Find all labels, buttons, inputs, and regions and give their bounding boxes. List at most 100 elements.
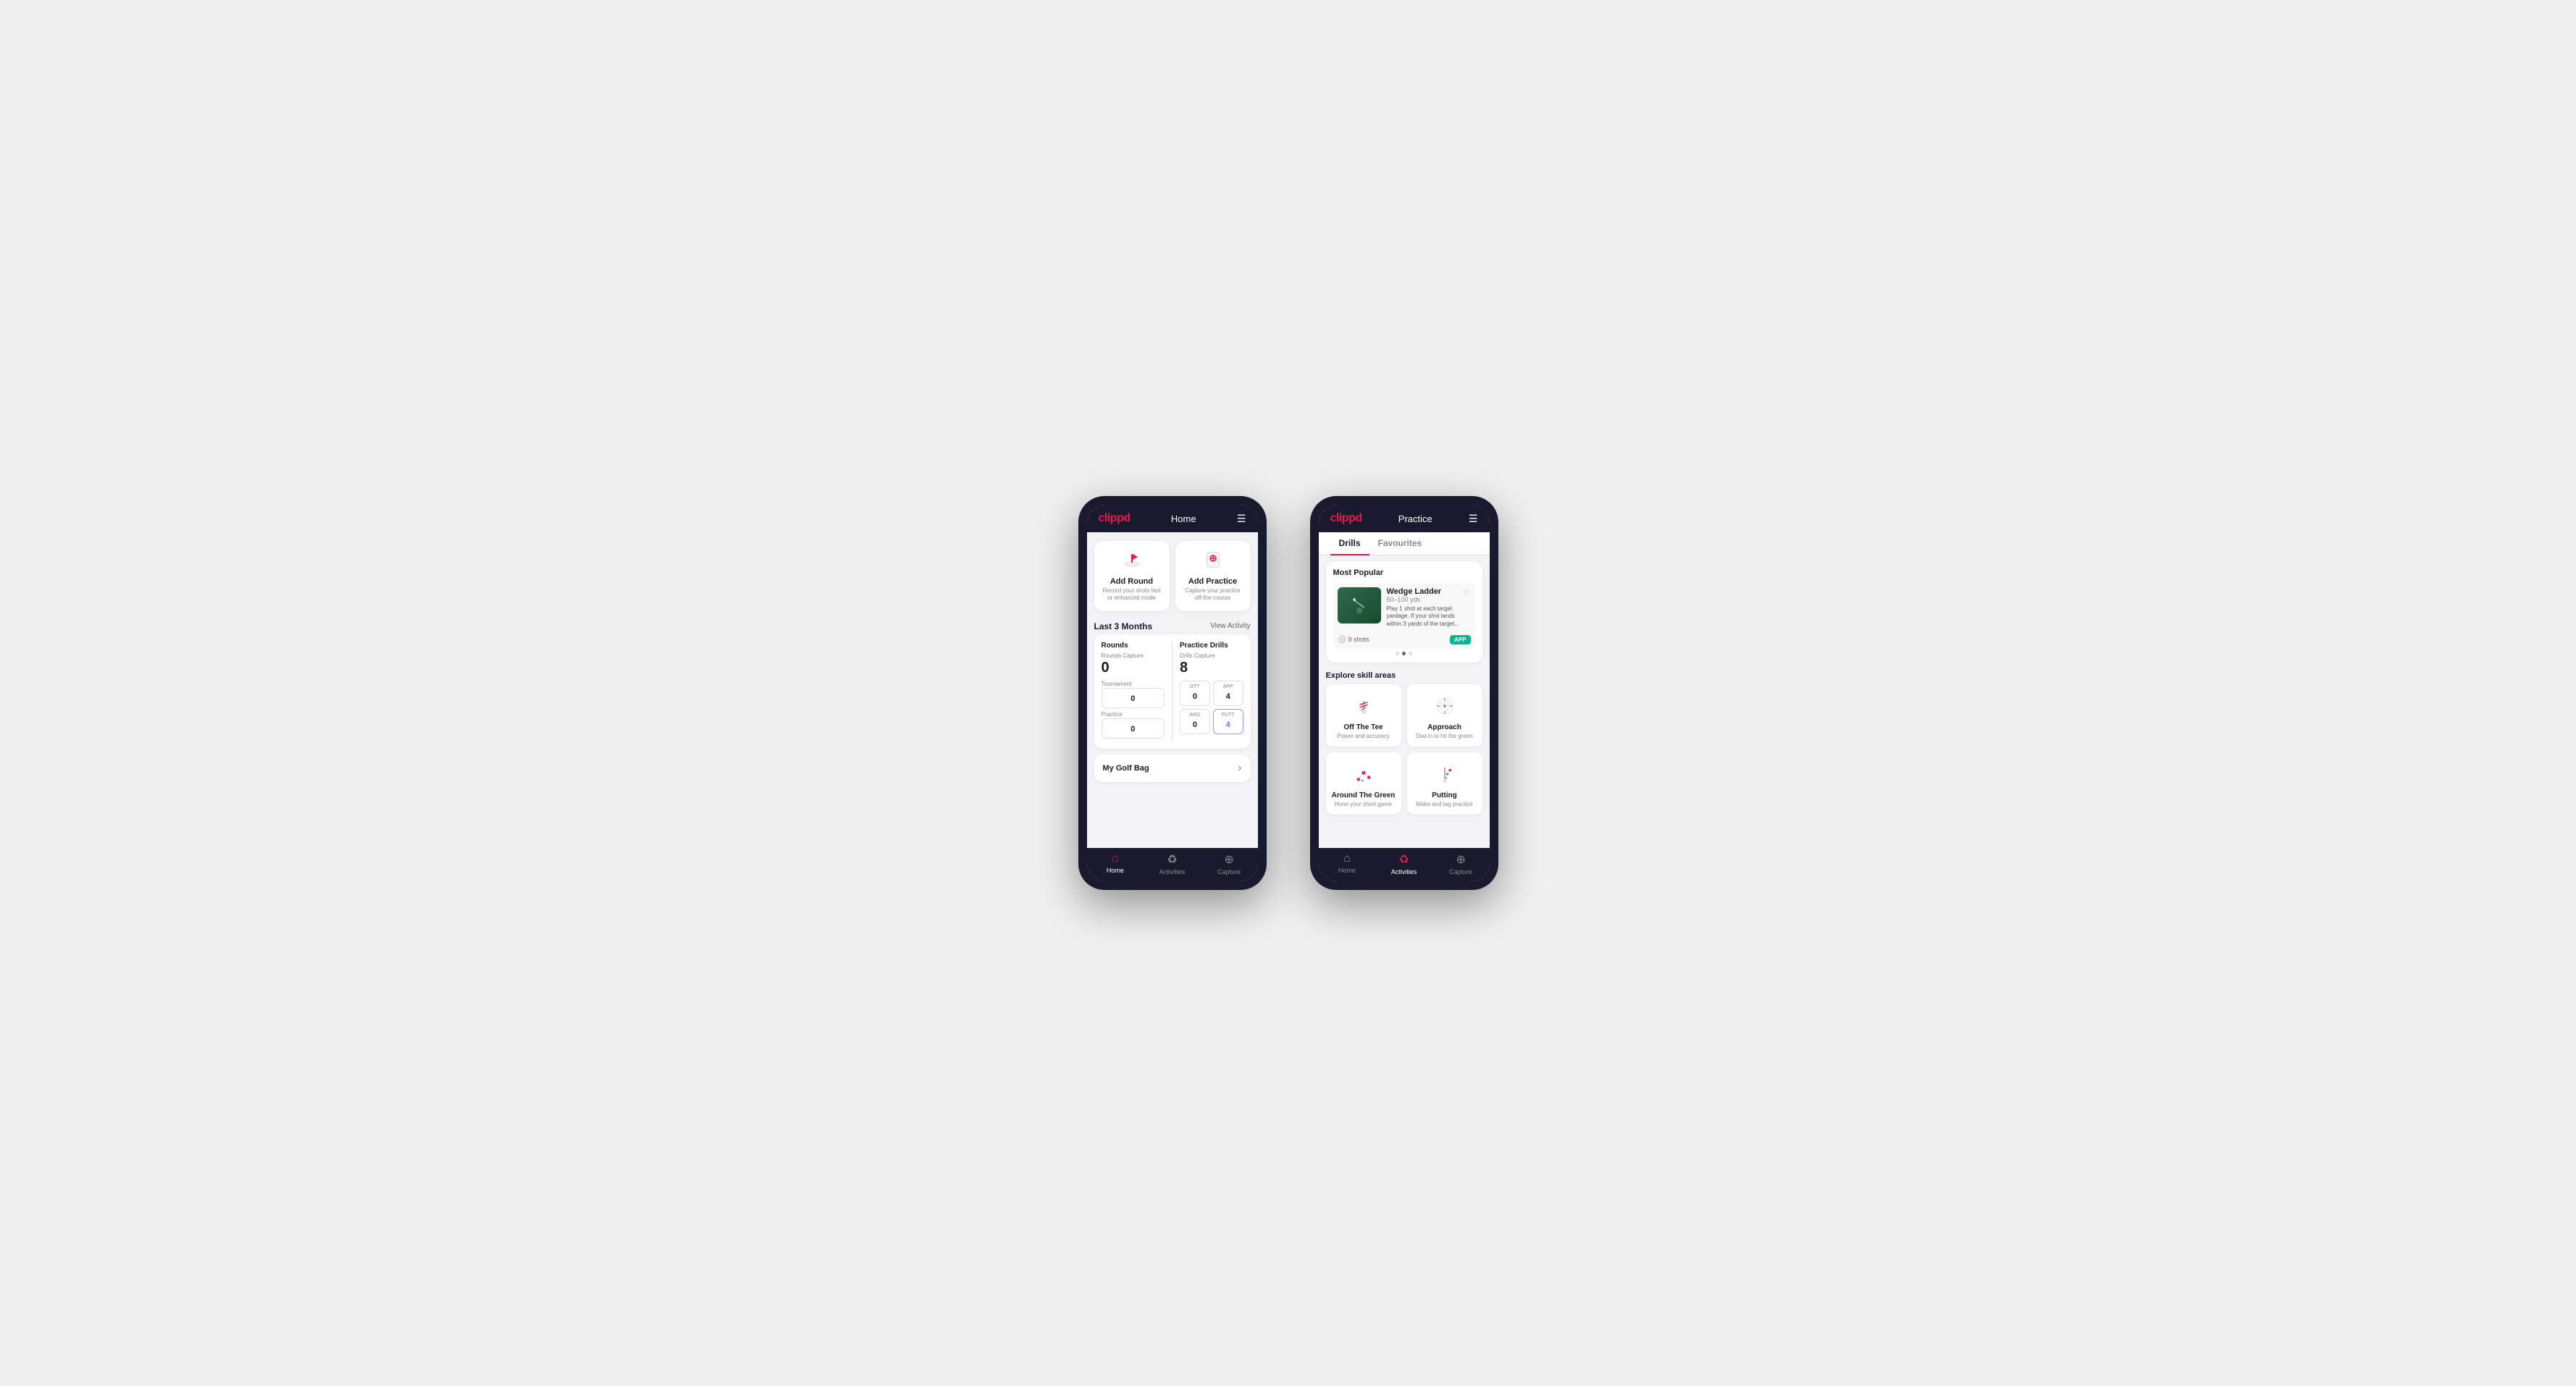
skill-icon-ott [1332,692,1396,721]
tabs-row: Drills Favourites [1319,532,1490,555]
add-round-sub: Record your shots fast or enhanced mode [1100,587,1164,602]
rounds-title: Rounds [1102,642,1165,650]
activity-title: Last 3 Months [1094,621,1153,631]
skill-approach[interactable]: Approach Dial-in to hit the green [1407,684,1482,747]
skill-sub-putting: Make and lag practice [1413,801,1477,807]
tab-favourites[interactable]: Favourites [1369,532,1431,555]
dot-2 [1402,652,1406,655]
skill-around-green[interactable]: Around The Green Hone your short game [1326,752,1401,815]
add-round-title: Add Round [1100,577,1164,586]
drill-info: Wedge Ladder 50–100 yds ☆ Play 1 shot at… [1387,587,1471,628]
drills-col: Practice Drills Drills Capture 8 OTT 0 A… [1180,642,1243,742]
most-popular-section: Most Popular [1326,561,1482,663]
practice-box: 0 [1102,718,1165,739]
golf-bag-arrow: › [1238,762,1241,775]
activities-nav-icon-1: ♻ [1167,852,1177,867]
menu-icon-1[interactable]: ☰ [1237,513,1246,525]
add-round-icon [1100,550,1164,574]
drill-shots: ⚪ 9 shots [1338,636,1369,644]
drills-capture-label: Drills Capture [1180,652,1243,659]
capture-nav-label-2: Capture [1449,868,1472,875]
skill-grid: Off The Tee Power and accuracy [1319,684,1490,820]
skill-icon-approach [1413,692,1477,721]
rounds-capture-value: 0 [1102,660,1165,676]
home-content: Add Round Record your shots fast or enha… [1087,532,1258,848]
putt-box: PUTT 4 [1213,709,1243,734]
bottom-nav-1: ⌂ Home ♻ Activities ⊕ Capture [1087,848,1258,881]
app-val: 4 [1226,692,1230,701]
drill-desc: Play 1 shot at each target yardage. If y… [1387,605,1471,628]
add-practice-icon [1181,550,1245,574]
skill-off-the-tee[interactable]: Off The Tee Power and accuracy [1326,684,1401,747]
dot-1 [1396,652,1399,655]
nav-capture-1[interactable]: ⊕ Capture [1201,852,1258,875]
tournament-box: 0 [1102,688,1165,708]
practice-val: 0 [1130,725,1135,734]
rounds-col: Rounds Rounds Capture 0 Tournament 0 Pra… [1102,642,1165,742]
drill-footer: ⚪ 9 shots APP [1333,632,1475,649]
bottom-nav-2: ⌂ Home ♻ Activities ⊕ Capture [1319,848,1490,881]
add-practice-title: Add Practice [1181,577,1245,586]
putt-val: 4 [1226,721,1230,729]
skill-name-atg: Around The Green [1332,791,1396,799]
ott-label: OTT [1182,684,1208,689]
nav-home-2[interactable]: ⌂ Home [1319,852,1376,875]
skill-icon-atg [1332,760,1396,789]
drills-capture-value: 8 [1180,660,1243,676]
ott-val: 0 [1193,692,1197,701]
add-round-card[interactable]: Add Round Record your shots fast or enha… [1094,541,1170,611]
app-header-2: clippd Practice ☰ [1319,505,1490,532]
skill-sub-ott: Power and accuracy [1332,733,1396,739]
arg-val: 0 [1193,721,1197,729]
header-title-1: Home [1171,513,1196,524]
drill-shots-text: 9 shots [1348,636,1369,643]
view-activity-link[interactable]: View Activity [1210,622,1250,630]
nav-activities-2[interactable]: ♻ Activities [1375,852,1432,875]
skill-name-approach: Approach [1413,723,1477,731]
activity-section-header: Last 3 Months View Activity [1087,617,1258,634]
home-nav-label-1: Home [1107,867,1124,874]
home-nav-icon-1: ⌂ [1112,852,1119,865]
tournament-label: Tournament [1102,681,1165,687]
drill-card[interactable]: Wedge Ladder 50–100 yds ☆ Play 1 shot at… [1333,583,1475,649]
arg-box: ARG 0 [1180,709,1210,734]
activities-nav-icon-2: ♻ [1398,852,1409,867]
app-header-1: clippd Home ☰ [1087,505,1258,532]
capture-nav-icon-2: ⊕ [1456,852,1465,867]
activities-nav-label-2: Activities [1391,868,1417,875]
add-practice-card[interactable]: Add Practice Capture your practice off-t… [1175,541,1251,611]
practice-label: Practice [1102,711,1165,718]
capture-nav-icon-1: ⊕ [1224,852,1233,867]
stats-box: Rounds Rounds Capture 0 Tournament 0 Pra… [1094,634,1251,749]
drills-title: Practice Drills [1180,642,1243,650]
dot-3 [1409,652,1412,655]
golf-bag-label: My Golf Bag [1103,764,1149,773]
arg-label: ARG [1182,713,1208,718]
tab-drills[interactable]: Drills [1330,532,1369,555]
rounds-capture-label: Rounds Capture [1102,652,1165,659]
skill-sub-approach: Dial-in to hit the green [1413,733,1477,739]
carousel-dots [1333,652,1475,655]
drill-title: Wedge Ladder [1387,587,1442,596]
tournament-val: 0 [1130,694,1135,703]
explore-title: Explore skill areas [1319,668,1490,684]
app-box: APP 4 [1213,681,1243,706]
home-nav-label-2: Home [1338,867,1356,874]
nav-home-1[interactable]: ⌂ Home [1087,852,1144,875]
skill-name-putting: Putting [1413,791,1477,799]
app-badge: APP [1450,635,1470,644]
star-icon[interactable]: ☆ [1463,587,1471,597]
activities-nav-label-1: Activities [1159,868,1186,875]
golf-bag-row[interactable]: My Golf Bag › [1094,755,1251,782]
nav-activities-1[interactable]: ♻ Activities [1144,852,1201,875]
nav-capture-2[interactable]: ⊕ Capture [1432,852,1490,875]
header-title-2: Practice [1398,513,1432,524]
skill-name-ott: Off The Tee [1332,723,1396,731]
add-practice-sub: Capture your practice off-the-course [1181,587,1245,602]
menu-icon-2[interactable]: ☰ [1469,513,1478,525]
phone-2: clippd Practice ☰ Drills Favourites Most… [1310,496,1498,890]
app-logo-1: clippd [1099,512,1130,525]
putt-label: PUTT [1215,713,1241,718]
skill-putting[interactable]: Putting Make and lag practice [1407,752,1482,815]
skill-icon-putting [1413,760,1477,789]
